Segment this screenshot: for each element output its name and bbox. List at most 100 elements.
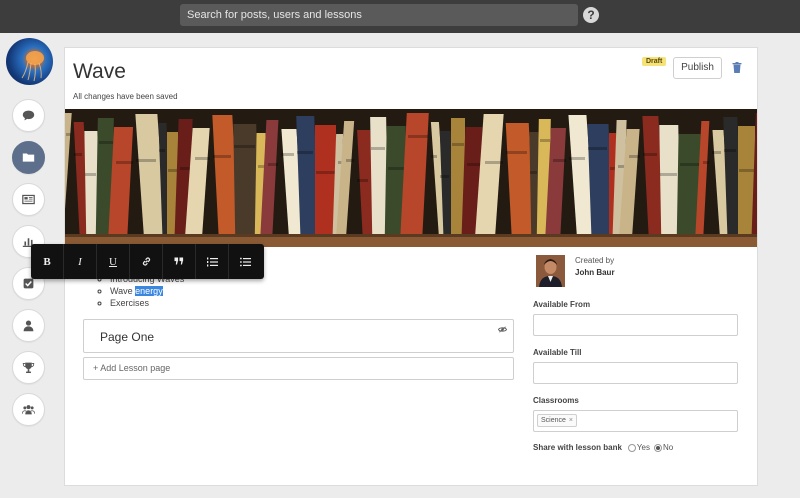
sidebar-item-news[interactable]: [12, 183, 45, 216]
book-band: [116, 161, 133, 164]
text-format-toolbar: B I U: [31, 244, 264, 279]
book-band: [540, 139, 550, 142]
book-band: [431, 155, 437, 158]
user-avatar[interactable]: [6, 38, 53, 85]
list-item: Exercises: [110, 297, 184, 309]
top-bar: Search for posts, users and lessons ?: [0, 0, 800, 33]
book-band: [268, 163, 278, 166]
lesson-page-item[interactable]: Page One: [83, 319, 514, 353]
created-by-label: Created by: [575, 256, 615, 265]
book-spine: [233, 124, 259, 235]
book-band: [680, 163, 700, 166]
share-label: Share with lesson bank: [533, 443, 622, 452]
bullet-list-icon: [240, 257, 251, 266]
quote-icon: [174, 257, 184, 265]
book-band: [553, 159, 566, 162]
trophy-icon: [22, 362, 35, 374]
speech-bubble-icon: [22, 110, 35, 121]
publish-button[interactable]: Publish: [673, 57, 722, 79]
add-lesson-page-button[interactable]: + Add Lesson page: [83, 357, 514, 380]
book-band: [297, 151, 313, 154]
classroom-chip: Science ×: [537, 414, 577, 427]
book-band: [346, 159, 354, 162]
save-status: All changes have been saved: [73, 92, 178, 101]
book-band: [724, 149, 736, 152]
radio-yes[interactable]: [627, 443, 636, 452]
underline-button[interactable]: U: [97, 244, 130, 279]
book-band: [168, 169, 177, 172]
status-badge: Draft: [642, 57, 667, 66]
bookshelf-image: [65, 109, 757, 247]
book-spine: [587, 124, 613, 235]
book-band: [440, 175, 449, 178]
lesson-page-title: Page One: [100, 330, 155, 344]
book-band: [739, 169, 754, 172]
book-band: [629, 155, 640, 158]
book-band: [74, 153, 82, 156]
available-from-input[interactable]: [533, 314, 738, 336]
sidebar-item-folder[interactable]: [12, 141, 45, 174]
book-band: [569, 157, 585, 160]
link-icon: [142, 257, 150, 266]
book-band: [99, 141, 113, 144]
book-band: [712, 151, 721, 154]
classrooms-input[interactable]: Science ×: [533, 410, 738, 432]
selected-text: energy: [135, 286, 163, 296]
book-band: [136, 159, 156, 162]
book-band: [703, 161, 709, 164]
available-till-input[interactable]: [533, 362, 738, 384]
book-band: [159, 149, 165, 152]
book-band: [85, 173, 96, 176]
classrooms-label: Classrooms: [533, 396, 579, 405]
book-band: [66, 133, 71, 136]
author-avatar: [536, 255, 565, 287]
newspaper-icon: [22, 194, 35, 205]
book-band: [485, 161, 503, 164]
book-band: [610, 167, 615, 170]
quote-button[interactable]: [163, 244, 196, 279]
sidebar-item-groups[interactable]: [12, 393, 45, 426]
sidebar-item-achievements[interactable]: [12, 351, 45, 384]
link-button[interactable]: [130, 244, 163, 279]
book-band: [467, 163, 482, 166]
sidebar-item-profile[interactable]: [12, 309, 45, 342]
lesson-title[interactable]: Wave: [73, 60, 126, 84]
ordered-list-icon: [206, 257, 218, 266]
book-band: [195, 157, 210, 160]
book-band: [530, 171, 537, 174]
book-band: [452, 143, 464, 146]
bold-button[interactable]: B: [31, 244, 64, 279]
book-band: [281, 153, 294, 156]
help-icon[interactable]: ?: [583, 7, 599, 23]
author-name[interactable]: John Baur: [575, 268, 615, 277]
book-band: [660, 173, 677, 176]
book-band: [234, 145, 255, 148]
sidebar-item-comments[interactable]: [12, 99, 45, 132]
book-band: [357, 179, 368, 182]
user-icon: [23, 320, 34, 332]
users-icon: [22, 405, 35, 415]
book-band: [213, 155, 231, 158]
radio-no[interactable]: [653, 443, 662, 452]
eye-slash-icon[interactable]: [498, 326, 507, 333]
share-option-yes[interactable]: Yes: [627, 443, 650, 452]
folder-icon: [22, 153, 35, 162]
available-till-label: Available Till: [533, 348, 582, 357]
share-option-no[interactable]: No: [653, 443, 673, 452]
search-input[interactable]: Search for posts, users and lessons: [180, 4, 578, 26]
book-spine: [315, 125, 336, 235]
book-band: [408, 135, 428, 138]
bullet-list-button[interactable]: [229, 244, 262, 279]
book-band: [388, 167, 405, 170]
cover-image[interactable]: [65, 109, 757, 247]
trash-icon[interactable]: [732, 62, 742, 73]
book-band: [588, 147, 607, 150]
book-band: [506, 151, 527, 154]
remove-chip-icon[interactable]: ×: [569, 417, 573, 424]
book-band: [316, 171, 335, 174]
italic-button[interactable]: I: [64, 244, 97, 279]
list-item: Wave energy: [110, 285, 184, 297]
book-band: [643, 153, 657, 156]
share-with-lesson-bank: Share with lesson bank Yes No: [533, 443, 677, 452]
ordered-list-button[interactable]: [196, 244, 229, 279]
